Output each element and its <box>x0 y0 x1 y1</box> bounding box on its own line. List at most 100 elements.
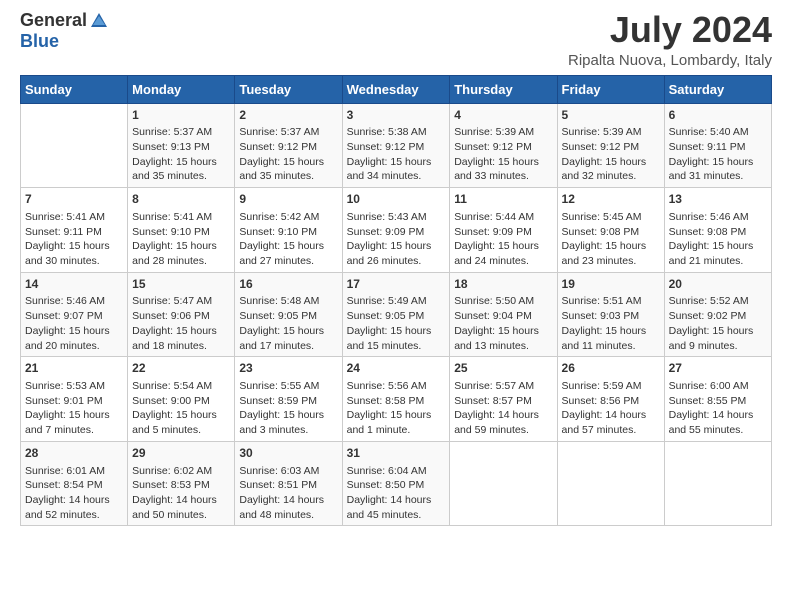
day-info-line: Sunrise: 5:37 AM <box>239 126 319 138</box>
day-number: 24 <box>347 360 446 377</box>
day-info-line: and 33 minutes. <box>454 170 529 182</box>
day-info-line: Sunrise: 5:55 AM <box>239 380 319 392</box>
day-info-line: and 23 minutes. <box>562 255 637 267</box>
calendar-cell: 26Sunrise: 5:59 AMSunset: 8:56 PMDayligh… <box>557 357 664 442</box>
logo-icon <box>89 11 109 31</box>
calendar-header-thursday: Thursday <box>450 75 557 103</box>
day-info-line: Daylight: 15 hours <box>562 240 647 252</box>
calendar-cell: 12Sunrise: 5:45 AMSunset: 9:08 PMDayligh… <box>557 188 664 273</box>
calendar-header-sunday: Sunday <box>21 75 128 103</box>
day-info-line: Sunrise: 5:44 AM <box>454 211 534 223</box>
calendar-cell: 4Sunrise: 5:39 AMSunset: 9:12 PMDaylight… <box>450 103 557 188</box>
day-info-line: Daylight: 15 hours <box>454 240 539 252</box>
day-info-line: Sunset: 9:09 PM <box>454 226 532 238</box>
logo-blue-text: Blue <box>20 31 59 52</box>
day-info-line: Sunrise: 6:04 AM <box>347 465 427 477</box>
calendar-table: SundayMondayTuesdayWednesdayThursdayFrid… <box>20 75 772 527</box>
day-info-line: Sunset: 9:12 PM <box>562 141 640 153</box>
day-info-line: Sunrise: 5:41 AM <box>25 211 105 223</box>
day-info-line: and 57 minutes. <box>562 424 637 436</box>
day-info-line: Daylight: 15 hours <box>239 156 324 168</box>
day-info-line: and 1 minute. <box>347 424 411 436</box>
day-info-line: Sunrise: 6:03 AM <box>239 465 319 477</box>
day-info-line: Sunset: 9:01 PM <box>25 395 103 407</box>
day-info-line: Sunset: 9:12 PM <box>347 141 425 153</box>
day-info-line: Sunrise: 5:40 AM <box>669 126 749 138</box>
day-number: 9 <box>239 191 337 208</box>
day-info-line: Sunset: 8:53 PM <box>132 479 210 491</box>
calendar-cell: 21 Sunrise: 5:53 AM Sunset: 9:01 PM Dayligh… <box>21 357 128 442</box>
day-info-line: and 48 minutes. <box>239 509 314 521</box>
day-info-line: Daylight: 14 hours <box>347 494 432 506</box>
day-info-line: and 52 minutes. <box>25 509 100 521</box>
day-info-line: Sunrise: 6:01 AM <box>25 465 105 477</box>
day-info-line: and 32 minutes. <box>562 170 637 182</box>
calendar-cell: 14Sunrise: 5:46 AMSunset: 9:07 PMDayligh… <box>21 272 128 357</box>
day-info-line: Daylight: 14 hours <box>562 409 647 421</box>
day-info-line: Sunset: 8:56 PM <box>562 395 640 407</box>
day-info-line: and 20 minutes. <box>25 340 100 352</box>
day-number: 14 <box>25 276 123 293</box>
day-info-line: Daylight: 15 hours <box>25 240 110 252</box>
day-number: 20 <box>669 276 767 293</box>
day-number: 18 <box>454 276 552 293</box>
logo-general-text: General <box>20 10 87 31</box>
day-info-line: and 11 minutes. <box>562 340 636 352</box>
day-info-line: Sunset: 9:12 PM <box>239 141 317 153</box>
calendar-cell: 13Sunrise: 5:46 AMSunset: 9:08 PMDayligh… <box>664 188 771 273</box>
calendar-cell: 5Sunrise: 5:39 AMSunset: 9:12 PMDaylight… <box>557 103 664 188</box>
day-info-line: Daylight: 15 hours <box>132 409 217 421</box>
day-info-line: and 28 minutes. <box>132 255 207 267</box>
day-info-line: and 21 minutes. <box>669 255 744 267</box>
day-info-line: Sunrise: 5:39 AM <box>562 126 642 138</box>
day-info-line: and 35 minutes. <box>132 170 207 182</box>
day-info-line: Sunset: 9:10 PM <box>132 226 210 238</box>
day-info-line: Daylight: 15 hours <box>347 409 432 421</box>
day-info-line: Sunrise: 5:43 AM <box>347 211 427 223</box>
calendar-cell: 18Sunrise: 5:50 AMSunset: 9:04 PMDayligh… <box>450 272 557 357</box>
day-number: 3 <box>347 107 446 124</box>
day-info-line: Sunrise: 5:49 AM <box>347 295 427 307</box>
day-info-line: Sunset: 9:09 PM <box>347 226 425 238</box>
calendar-header-monday: Monday <box>128 75 235 103</box>
day-info-line: and 50 minutes. <box>132 509 207 521</box>
day-info-line: Daylight: 14 hours <box>239 494 324 506</box>
day-info-line: Sunrise: 5:42 AM <box>239 211 319 223</box>
day-info-line: and 13 minutes. <box>454 340 529 352</box>
day-info-line: Daylight: 15 hours <box>132 240 217 252</box>
day-info-line: Sunset: 9:02 PM <box>669 310 747 322</box>
calendar-header-saturday: Saturday <box>664 75 771 103</box>
calendar-cell: 7Sunrise: 5:41 AMSunset: 9:11 PMDaylight… <box>21 188 128 273</box>
calendar-cell: 30Sunrise: 6:03 AMSunset: 8:51 PMDayligh… <box>235 441 342 526</box>
day-info-line: Daylight: 14 hours <box>454 409 539 421</box>
day-number: 11 <box>454 191 552 208</box>
day-info-line: Daylight: 15 hours <box>25 409 110 421</box>
calendar-cell: 1Sunrise: 5:37 AMSunset: 9:13 PMDaylight… <box>128 103 235 188</box>
day-number: 2 <box>239 107 337 124</box>
day-info-line: Sunset: 8:51 PM <box>239 479 317 491</box>
day-number: 17 <box>347 276 446 293</box>
day-info-line: Sunrise: 5:38 AM <box>347 126 427 138</box>
day-info-line: Daylight: 15 hours <box>239 240 324 252</box>
calendar-cell: 16Sunrise: 5:48 AMSunset: 9:05 PMDayligh… <box>235 272 342 357</box>
day-info-line: Sunrise: 5:48 AM <box>239 295 319 307</box>
title-section: July 2024 Ripalta Nuova, Lombardy, Italy <box>568 10 772 69</box>
day-info-line: Daylight: 15 hours <box>669 156 754 168</box>
calendar-cell: 19Sunrise: 5:51 AMSunset: 9:03 PMDayligh… <box>557 272 664 357</box>
day-info-line: Daylight: 15 hours <box>25 325 110 337</box>
location: Ripalta Nuova, Lombardy, Italy <box>568 52 772 69</box>
day-info-line: and 55 minutes. <box>669 424 744 436</box>
month-title: July 2024 <box>568 10 772 50</box>
calendar-cell: 27Sunrise: 6:00 AMSunset: 8:55 PMDayligh… <box>664 357 771 442</box>
day-number: 4 <box>454 107 552 124</box>
day-info-line: Sunrise: 5:54 AM <box>132 380 212 392</box>
day-number: 19 <box>562 276 660 293</box>
day-info-line: Daylight: 15 hours <box>562 156 647 168</box>
day-info-line: Sunrise: 5:53 AM <box>25 380 105 392</box>
day-number: 21 <box>25 360 123 377</box>
day-info-line: Sunset: 9:10 PM <box>239 226 317 238</box>
day-info-line: Sunset: 9:07 PM <box>25 310 103 322</box>
calendar-cell: 6Sunrise: 5:40 AMSunset: 9:11 PMDaylight… <box>664 103 771 188</box>
day-info-line: Sunset: 9:08 PM <box>669 226 747 238</box>
day-info-line: and 31 minutes. <box>669 170 744 182</box>
